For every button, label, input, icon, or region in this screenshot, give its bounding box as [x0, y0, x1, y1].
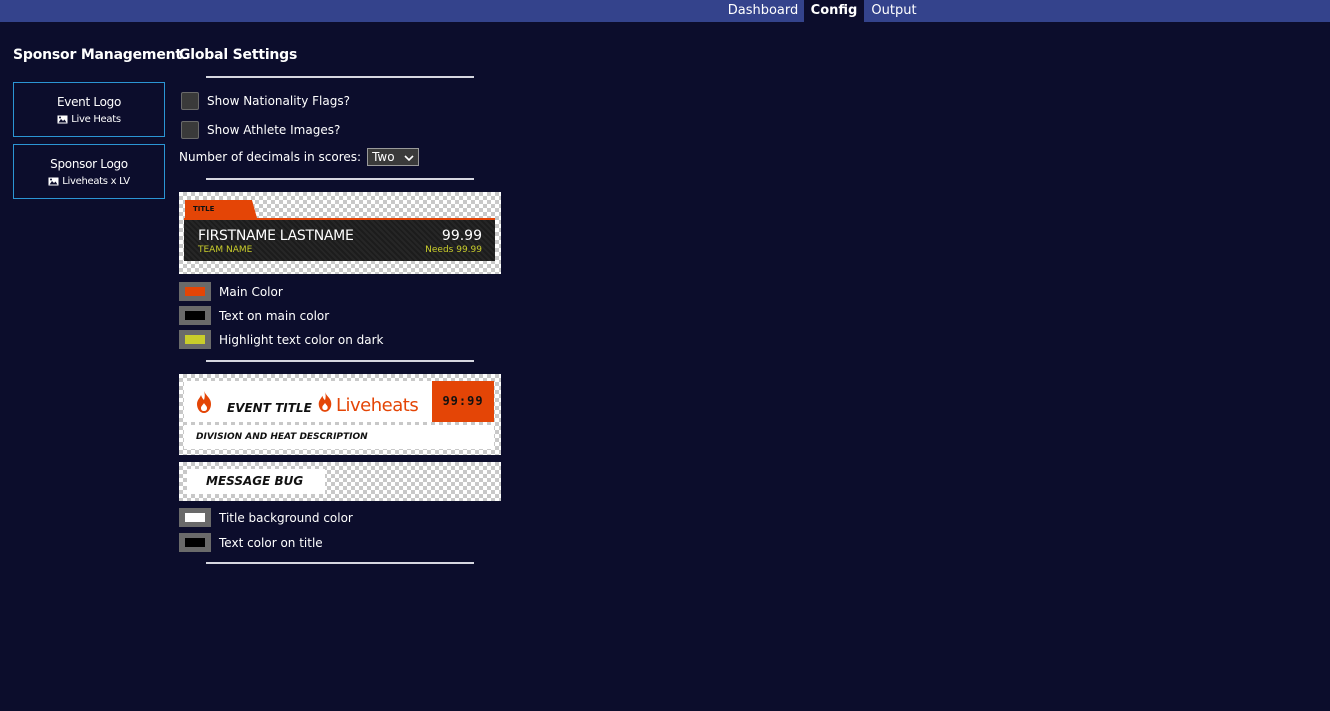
divider [206, 178, 474, 180]
preview-message-bug: MESSAGE BUG [187, 469, 325, 494]
message-bug-preview: MESSAGE BUG [179, 462, 501, 501]
preview-athlete-name: FIRSTNAME LASTNAME [198, 228, 354, 244]
athlete-images-label: Show Athlete Images? [207, 123, 341, 137]
title-text-color-swatch[interactable] [179, 533, 211, 552]
preview-athlete-bar: FIRSTNAME LASTNAME TEAM NAME 99.99 Needs… [184, 218, 495, 261]
image-icon [57, 115, 68, 124]
score-overlay-preview: TITLE FIRSTNAME LASTNAME TEAM NAME 99.99… [179, 192, 501, 274]
athlete-images-checkbox[interactable] [181, 121, 199, 139]
highlight-color-setting[interactable]: Highlight text color on dark [179, 330, 383, 349]
preview-event-title: EVENT TITLE [227, 401, 312, 415]
decimals-select[interactable]: Two [367, 148, 420, 166]
preview-needs: Needs 99.99 [425, 245, 482, 255]
event-logo-file: Live Heats [14, 113, 164, 126]
main-color-setting[interactable]: Main Color [179, 282, 283, 301]
main-color-swatch[interactable] [179, 282, 211, 301]
flame-icon [194, 390, 214, 418]
sponsor-management-heading: Sponsor Management [13, 47, 182, 63]
nationality-flags-label: Show Nationality Flags? [207, 94, 350, 108]
nationality-flags-checkbox[interactable] [181, 92, 199, 110]
preview-team-name: TEAM NAME [198, 245, 253, 255]
event-logo-card[interactable]: Event Logo Live Heats [13, 82, 165, 137]
top-nav: Dashboard Config Output [0, 0, 1330, 22]
main-color-label: Main Color [219, 284, 283, 299]
event-overlay-preview: EVENT TITLE Liveheats 99:99 DIVISION AND… [179, 374, 501, 455]
preview-title-tab: TITLE [185, 200, 257, 218]
divider [206, 562, 474, 564]
title-text-color-setting[interactable]: Text color on title [179, 533, 323, 552]
sponsor-logo-filename: Liveheats x LV [62, 176, 130, 187]
global-settings-heading: Global Settings [179, 47, 298, 63]
divider [206, 360, 474, 362]
preview-timer: 99:99 [432, 381, 494, 422]
image-icon [48, 177, 59, 186]
athlete-images-toggle[interactable]: Show Athlete Images? [181, 121, 340, 139]
title-bg-color-label: Title background color [219, 510, 353, 525]
preview-score: 99.99 [441, 228, 482, 244]
nationality-flags-toggle[interactable]: Show Nationality Flags? [181, 92, 350, 110]
decimals-value: Two [372, 150, 395, 164]
text-main-color-label: Text on main color [219, 308, 330, 323]
liveheats-brand: Liveheats [336, 395, 419, 416]
tab-output[interactable]: Output [864, 0, 924, 22]
chevron-down-icon [404, 150, 414, 164]
text-main-color-setting[interactable]: Text on main color [179, 306, 329, 325]
liveheats-flame-icon [316, 390, 334, 418]
title-bg-color-swatch[interactable] [179, 508, 211, 527]
decimals-label: Number of decimals in scores: [179, 150, 362, 164]
highlight-color-swatch[interactable] [179, 330, 211, 349]
highlight-color-label: Highlight text color on dark [219, 332, 384, 347]
sponsor-logo-file: Liveheats x LV [14, 175, 164, 188]
event-logo-filename: Live Heats [71, 114, 121, 125]
decimals-setting: Number of decimals in scores: Two [179, 148, 420, 166]
preview-division-description: DIVISION AND HEAT DESCRIPTION [184, 425, 494, 449]
title-text-color-label: Text color on title [219, 535, 323, 550]
sponsor-logo-card[interactable]: Sponsor Logo Liveheats x LV [13, 144, 165, 199]
event-title-bar: EVENT TITLE Liveheats [184, 381, 432, 422]
title-bg-color-setting[interactable]: Title background color [179, 508, 353, 527]
text-main-color-swatch[interactable] [179, 306, 211, 325]
tab-config[interactable]: Config [804, 0, 864, 22]
tab-dashboard[interactable]: Dashboard [722, 0, 804, 22]
event-logo-label: Event Logo [57, 95, 121, 109]
divider [206, 76, 474, 78]
sponsor-logo-label: Sponsor Logo [50, 157, 128, 171]
